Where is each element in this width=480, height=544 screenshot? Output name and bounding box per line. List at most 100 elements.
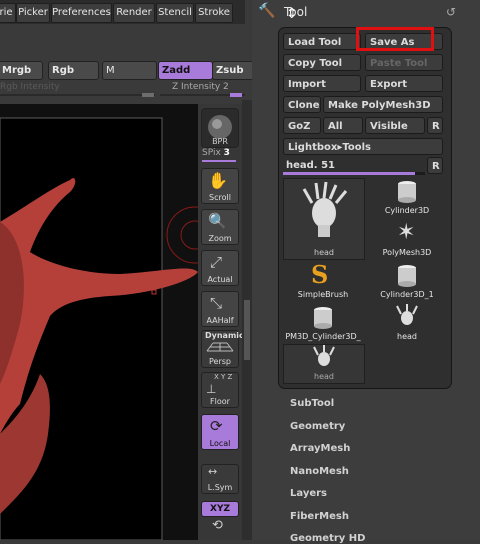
palette-refresh-icon[interactable]: ↺ bbox=[446, 5, 456, 19]
star-icon: ✶ bbox=[397, 220, 416, 245]
mrgb-button[interactable]: Mrgb bbox=[0, 61, 43, 80]
export-button[interactable]: Export bbox=[365, 75, 443, 92]
xyz-label: XYZ bbox=[210, 504, 230, 514]
thumb-label: head bbox=[314, 248, 334, 257]
canvas-svg bbox=[0, 117, 198, 540]
tool-thumb-polymesh3d[interactable]: ✶ PolyMesh3D bbox=[367, 220, 447, 260]
paste-tool-button[interactable]: Paste Tool bbox=[365, 54, 443, 71]
floor-icon: ⊥ bbox=[206, 382, 217, 396]
aahalf-label: AAHalf bbox=[206, 316, 234, 325]
all-button[interactable]: All bbox=[323, 117, 363, 134]
m-button[interactable]: M bbox=[102, 61, 157, 80]
tool-thumb-simplebrush[interactable]: S SimpleBrush bbox=[283, 260, 363, 302]
floor-label: Floor bbox=[210, 397, 230, 406]
highlight-box bbox=[356, 27, 434, 51]
local-rotate-icon: ⟳ bbox=[210, 417, 223, 435]
thumb-label: head bbox=[397, 332, 417, 341]
aahalf-icon: ⤡ bbox=[210, 294, 223, 312]
subpalette-layers[interactable]: Layers bbox=[290, 488, 327, 499]
subpalette-geometry[interactable]: Geometry bbox=[290, 421, 345, 432]
tool-r-button[interactable]: R bbox=[427, 157, 443, 174]
menu-item-picker[interactable]: Picker bbox=[16, 3, 50, 23]
load-tool-button[interactable]: Load Tool bbox=[283, 33, 361, 50]
current-tool-label: head. 51 bbox=[286, 160, 336, 171]
thumb-label: head bbox=[314, 372, 334, 381]
tool-thumb-head-2[interactable]: head bbox=[283, 344, 365, 384]
mouse-cursor-icon: ⇕ bbox=[286, 6, 298, 22]
tray-scroll-handle[interactable] bbox=[244, 300, 250, 360]
menu-item-preferences[interactable]: Preferences bbox=[51, 3, 112, 23]
cylinder-icon bbox=[314, 307, 332, 329]
rgb-intensity-slider[interactable] bbox=[0, 94, 155, 96]
floor-axes-label: X Y Z bbox=[214, 373, 233, 381]
canvas-viewport[interactable] bbox=[0, 104, 198, 540]
simplebrush-s-icon: S bbox=[311, 260, 329, 289]
xyz-button[interactable]: XYZ bbox=[201, 501, 239, 517]
persp-grid-icon bbox=[206, 342, 234, 352]
thumb-label: PolyMesh3D bbox=[382, 248, 432, 257]
subpalette-subtool[interactable]: SubTool bbox=[290, 398, 334, 409]
spix-slider[interactable] bbox=[202, 160, 236, 162]
rgb-intensity-label[interactable]: Rgb Intensity bbox=[0, 82, 60, 92]
tool-thumb-pm3d-cylinder3d[interactable]: PM3D_Cylinder3D_ bbox=[283, 304, 363, 344]
menu-spacer bbox=[0, 24, 245, 58]
copy-tool-button[interactable]: Copy Tool bbox=[283, 54, 361, 71]
draw-size-ring-inner bbox=[180, 220, 198, 250]
rgb-button[interactable]: Rgb bbox=[48, 61, 99, 80]
spix-value: 3 bbox=[223, 148, 230, 158]
persp-label: Persp bbox=[209, 357, 231, 366]
draw-size-ring bbox=[166, 206, 198, 264]
spix-control[interactable]: SPix 3 bbox=[202, 148, 230, 158]
tool-thumb-cylinder3d-1[interactable]: Cylinder3D_1 bbox=[367, 262, 447, 302]
tool-thumb-head-selected[interactable]: head bbox=[283, 178, 365, 260]
tool-thumb-head[interactable]: head bbox=[367, 304, 447, 344]
scroll-label: Scroll bbox=[209, 193, 231, 202]
menu-item-render[interactable]: Render bbox=[113, 3, 155, 23]
subpalette-arraymesh[interactable]: ArrayMesh bbox=[290, 443, 350, 454]
lightbox-tools-button[interactable]: Lightbox▸Tools bbox=[283, 138, 443, 155]
lsym-label: L.Sym bbox=[207, 483, 233, 492]
tool-slider-fill bbox=[283, 172, 415, 175]
goz-r-button[interactable]: R bbox=[427, 117, 443, 134]
actual-label: Actual bbox=[207, 275, 233, 284]
tool-popup: Load Tool Save As Copy Tool Paste Tool I… bbox=[278, 27, 452, 389]
visible-button[interactable]: Visible bbox=[365, 117, 425, 134]
bpr-label: BPR bbox=[212, 137, 228, 146]
floor-button[interactable]: X Y Z ⊥ Floor bbox=[201, 372, 239, 408]
subpalette-nanomesh[interactable]: NanoMesh bbox=[290, 466, 349, 477]
aahalf-button[interactable]: ⤡ AAHalf bbox=[201, 291, 239, 327]
head-small-icon bbox=[313, 345, 335, 366]
brush-toolbar: Mrgb Rgb M Zadd Zsub bbox=[0, 58, 257, 84]
local-button[interactable]: ⟳ Local bbox=[201, 414, 239, 450]
make-polymesh-button[interactable]: Make PolyMesh3D bbox=[323, 96, 443, 113]
cylinder-icon bbox=[398, 265, 416, 287]
zoom-magnifier-icon: 🔍 bbox=[208, 212, 227, 230]
right-shelf: BPR SPix 3 ✋ Scroll 🔍 Zoom ⤢ Actual ⤡ AA… bbox=[198, 104, 244, 540]
subpalette-geometry-hd[interactable]: Geometry HD bbox=[290, 533, 365, 544]
head-thumb-icon bbox=[302, 181, 348, 237]
rgb-intensity-knob[interactable] bbox=[142, 93, 154, 97]
menu-bar: rie Picker Preferences Render Stencil St… bbox=[0, 0, 245, 24]
menu-item-stencil[interactable]: Stencil bbox=[156, 3, 194, 23]
zsub-button[interactable]: Zsub bbox=[212, 61, 257, 80]
clone-button[interactable]: Clone bbox=[283, 96, 321, 113]
menu-item-stroke[interactable]: Stroke bbox=[195, 3, 233, 23]
bpr-button[interactable]: BPR bbox=[201, 108, 239, 148]
thumb-label: Cylinder3D_1 bbox=[380, 290, 434, 299]
lsym-button[interactable]: ↔ L.Sym bbox=[201, 464, 239, 494]
menu-item-rie[interactable]: rie bbox=[0, 3, 16, 23]
rotate-icon[interactable]: ⟲ bbox=[212, 518, 223, 533]
goz-button[interactable]: GoZ bbox=[283, 117, 321, 134]
tool-thumb-cylinder3d[interactable]: Cylinder3D bbox=[367, 178, 447, 218]
zadd-button[interactable]: Zadd bbox=[158, 61, 213, 80]
scroll-button[interactable]: ✋ Scroll bbox=[201, 168, 239, 204]
tool-palette-icon: 🔨 bbox=[258, 3, 276, 19]
z-intensity-label[interactable]: Z Intensity 2 bbox=[172, 82, 229, 92]
subpalette-fibermesh[interactable]: FiberMesh bbox=[290, 511, 349, 522]
zoom-button[interactable]: 🔍 Zoom bbox=[201, 209, 239, 245]
persp-button[interactable]: Dynamic Persp bbox=[201, 330, 244, 368]
head-small-icon bbox=[396, 304, 418, 325]
import-button[interactable]: Import bbox=[283, 75, 361, 92]
actual-button[interactable]: ⤢ Actual bbox=[201, 250, 239, 286]
z-intensity-knob[interactable] bbox=[230, 93, 242, 97]
